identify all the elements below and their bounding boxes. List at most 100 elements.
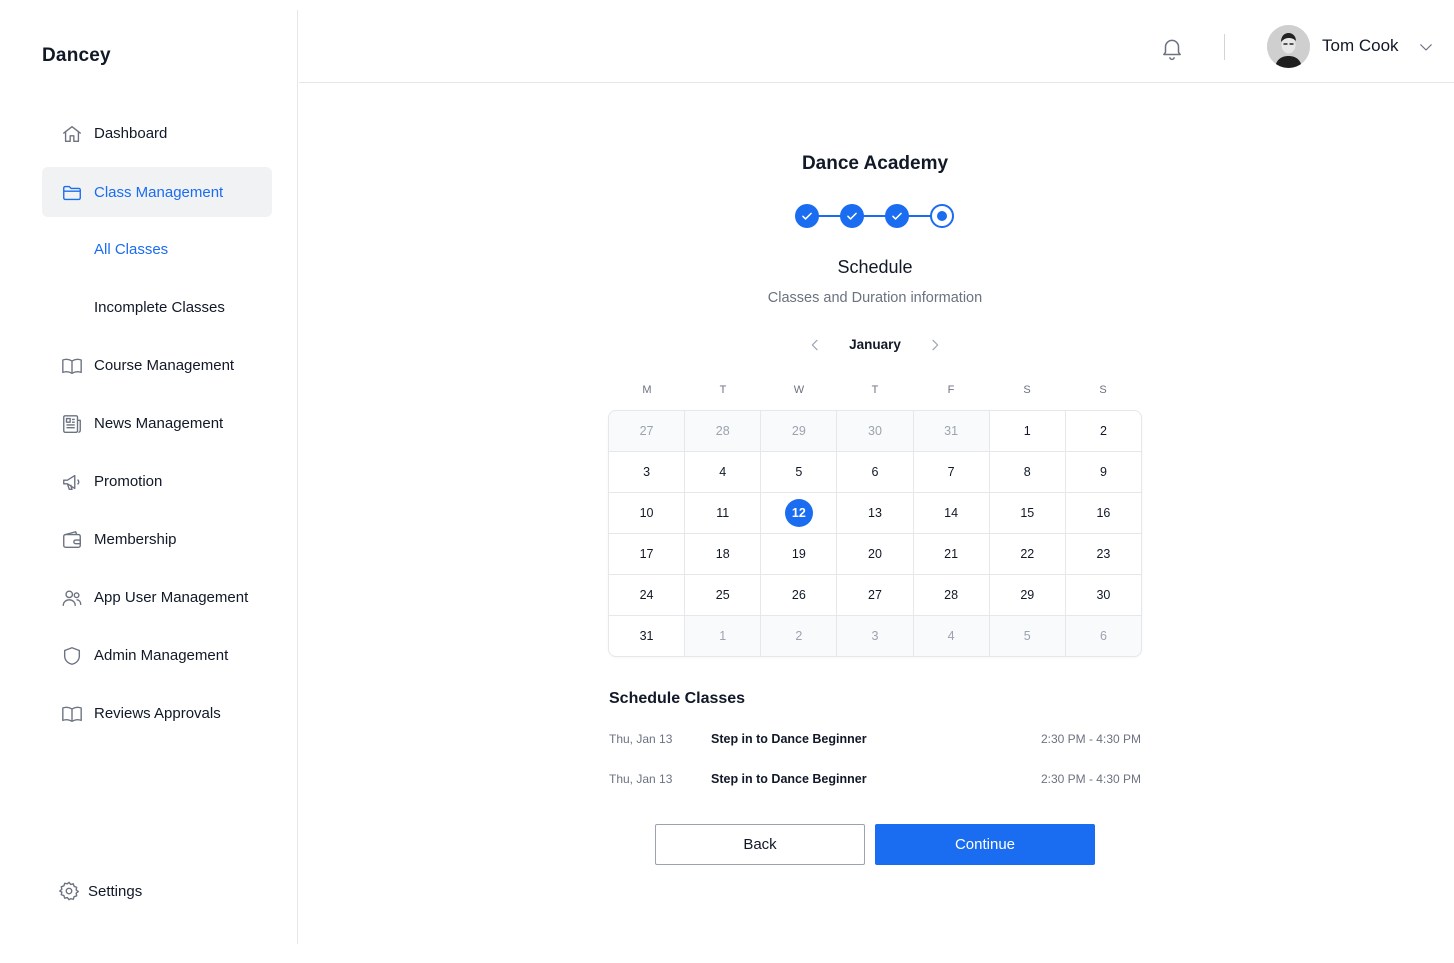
sidebar-item-incomplete-classes[interactable]: Incomplete Classes (42, 282, 272, 332)
sidebar-item-dashboard[interactable]: Dashboard (42, 108, 272, 158)
calendar-day[interactable]: 29 (761, 411, 837, 451)
calendar-day[interactable]: 22 (989, 534, 1065, 574)
calendar-day[interactable]: 7 (913, 452, 989, 492)
calendar-day[interactable]: 10 (609, 493, 685, 533)
avatar[interactable] (1267, 25, 1310, 68)
calendar-day[interactable]: 30 (837, 411, 913, 451)
calendar-day[interactable]: 11 (685, 493, 761, 533)
step-current (930, 204, 954, 228)
settings-link[interactable]: Settings (58, 878, 142, 904)
back-button[interactable]: Back (655, 824, 865, 865)
calendar-day-number: 3 (643, 465, 651, 479)
calendar-day-number: 29 (791, 424, 806, 438)
chevron-left-icon[interactable] (807, 337, 823, 353)
sidebar-item-label: Class Management (94, 183, 224, 201)
section-subtitle: Classes and Duration information (767, 290, 983, 306)
step-connector (907, 215, 931, 217)
calendar-day[interactable]: 19 (761, 534, 837, 574)
weekday-label: T (871, 384, 879, 396)
calendar-day[interactable]: 30 (1065, 575, 1141, 615)
calendar-day-number: 27 (868, 588, 882, 602)
calendar-day[interactable]: 20 (837, 534, 913, 574)
calendar-day-number: 1 (719, 629, 727, 643)
calendar-day[interactable]: 26 (761, 575, 837, 615)
bell-icon[interactable] (1159, 35, 1185, 61)
sidebar-item-admin-management[interactable]: Admin Management (42, 630, 272, 680)
calendar-day[interactable]: 2 (1065, 411, 1141, 451)
sidebar-item-label: Course Management (94, 356, 235, 374)
check-icon (847, 212, 857, 220)
sidebar-item-membership[interactable]: Membership (42, 514, 272, 564)
sidebar-item-label: App User Management (94, 588, 249, 606)
calendar-day[interactable]: 5 (761, 452, 837, 492)
calendar-day-number: 2 (795, 629, 803, 643)
calendar-day-number: 10 (639, 506, 654, 520)
calendar-day[interactable]: 5 (989, 616, 1065, 656)
calendar-day[interactable]: 25 (685, 575, 761, 615)
calendar-day[interactable]: 6 (1065, 616, 1141, 656)
calendar-day[interactable]: 29 (989, 575, 1065, 615)
calendar-day[interactable]: 13 (837, 493, 913, 533)
check-icon (802, 212, 812, 220)
sidebar-item-label: Membership (94, 530, 177, 548)
step-connector (862, 215, 886, 217)
calendar-day[interactable]: 17 (609, 534, 685, 574)
calendar-day[interactable]: 23 (1065, 534, 1141, 574)
calendar-day[interactable]: 15 (989, 493, 1065, 533)
calendar-day[interactable]: 28 (685, 411, 761, 451)
calendar-day[interactable]: 31 (913, 411, 989, 451)
continue-button[interactable]: Continue (875, 824, 1095, 865)
calendar-day-number: 16 (1096, 506, 1111, 520)
calendar-day[interactable]: 1 (989, 411, 1065, 451)
newspaper-icon (61, 413, 83, 435)
sidebar-item-news-management[interactable]: News Management (42, 398, 272, 448)
calendar-day[interactable]: 8 (989, 452, 1065, 492)
calendar-day[interactable]: 3 (837, 616, 913, 656)
calendar-day-number: 30 (868, 424, 882, 438)
calendar-day[interactable]: 4 (685, 452, 761, 492)
calendar-day[interactable]: 28 (913, 575, 989, 615)
weekday-label: S (1099, 384, 1107, 396)
calendar-day[interactable]: 16 (1065, 493, 1141, 533)
chevron-down-icon[interactable] (1417, 38, 1435, 56)
sidebar-item-class-management[interactable]: Class Management (42, 167, 272, 217)
calendar-day[interactable]: 1 (685, 616, 761, 656)
calendar-day[interactable]: 2 (761, 616, 837, 656)
schedule-title: Schedule Classes (609, 690, 746, 707)
calendar-grid: 27 28 29 30 31 1 2 3 4 5 6 7 8 9 10 11 12 13 14 15 16 17 18 19 2… (608, 410, 1142, 657)
calendar-day[interactable]: 21 (913, 534, 989, 574)
calendar-day[interactable]: 9 (1065, 452, 1141, 492)
sidebar-item-app-user-management[interactable]: App User Management (42, 572, 272, 622)
calendar-day-number: 7 (947, 465, 955, 479)
sidebar-item-all-classes[interactable]: All Classes (42, 224, 272, 274)
calendar-day-selected[interactable]: 12 (761, 493, 837, 533)
calendar-day-number: 27 (639, 424, 654, 438)
user-name[interactable]: Tom Cook (1322, 36, 1399, 56)
calendar-day-number: 28 (715, 424, 730, 438)
schedule-date: Thu, Jan 13 (609, 772, 673, 786)
schedule-date: Thu, Jan 13 (609, 732, 673, 746)
calendar-day[interactable]: 6 (837, 452, 913, 492)
gear-icon (58, 880, 80, 902)
calendar-day[interactable]: 27 (609, 411, 685, 451)
calendar-day[interactable]: 24 (609, 575, 685, 615)
wallet-icon (61, 529, 83, 551)
calendar-day-number: 17 (639, 547, 654, 561)
sidebar-item-reviews-approvals[interactable]: Reviews Approvals (42, 688, 272, 738)
calendar-day[interactable]: 31 (609, 616, 685, 656)
calendar-day[interactable]: 14 (913, 493, 989, 533)
calendar-day-number: 18 (715, 547, 730, 561)
sidebar-item-promotion[interactable]: Promotion (42, 456, 272, 506)
calendar-day[interactable]: 18 (685, 534, 761, 574)
month-label: January (849, 337, 901, 352)
calendar-day[interactable]: 4 (913, 616, 989, 656)
calendar-day[interactable]: 3 (609, 452, 685, 492)
calendar-day[interactable]: 27 (837, 575, 913, 615)
calendar-day-number: 14 (944, 506, 959, 520)
weekday-label: T (719, 384, 727, 396)
calendar-day-number: 6 (1099, 629, 1107, 643)
book-open-icon (61, 703, 83, 725)
chevron-right-icon[interactable] (927, 337, 943, 353)
calendar-day-number: 25 (715, 588, 730, 602)
sidebar-item-course-management[interactable]: Course Management (42, 340, 272, 390)
